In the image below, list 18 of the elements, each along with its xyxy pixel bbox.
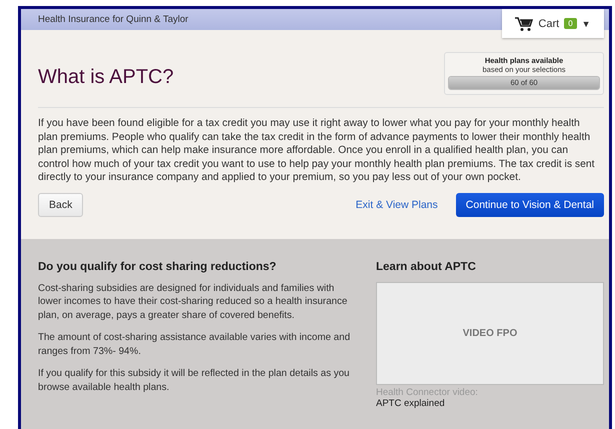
section-paragraph: The amount of cost-sharing assistance available varies with income and ranges from 73%- 94%. (38, 331, 352, 358)
video-title: APTC explained (376, 398, 446, 409)
video-placeholder[interactable]: VIDEO FPO (376, 282, 604, 385)
continue-button[interactable]: Continue to Vision & Dental (456, 192, 604, 217)
back-button[interactable]: Back (38, 192, 84, 217)
section-heading: Do you qualify for cost sharing reductions? (38, 260, 278, 273)
section-paragraph: Cost-sharing subsidies are designed for individuals and families with lower incomes to have their cost-sharing reduced so a health insurance plan, on average, pays a greater share of covered benefits. (38, 282, 348, 322)
cart-count-badge: 0 (564, 18, 577, 29)
header-title: Health Insurance for Quinn & Taylor (38, 14, 188, 25)
video-label: VIDEO FPO (462, 328, 518, 339)
exit-view-plans-link[interactable]: Exit & View Plans (356, 198, 438, 211)
cart-icon (515, 16, 534, 32)
page-title: What is APTC? (38, 66, 174, 89)
section-paragraph: If you qualify for this subsidy it will be reflected in the plan details as you browse available health plans. (38, 367, 350, 394)
section-heading: Learn about APTC (376, 260, 477, 273)
caret-icon[interactable]: ▼ (582, 18, 591, 28)
cart-button[interactable]: Cart 0 ▼ (502, 9, 604, 38)
intro-paragraph: If you have been found eligible for a tax credit you may use it right away to lower what you pay for your monthly health plan premiums. People who qualify can take the tax credit in the form of advance payments to lower their monthly health plan premiums, which can help make insurance more affordable. Once you enroll in a qualified health plan, you can control how much of your tax credit you want to use to help pay your monthly health plan premiums. The tax credit is sent directly to your insurance company and applied to your premium, so you pay less out of your own pocket. (38, 117, 596, 185)
